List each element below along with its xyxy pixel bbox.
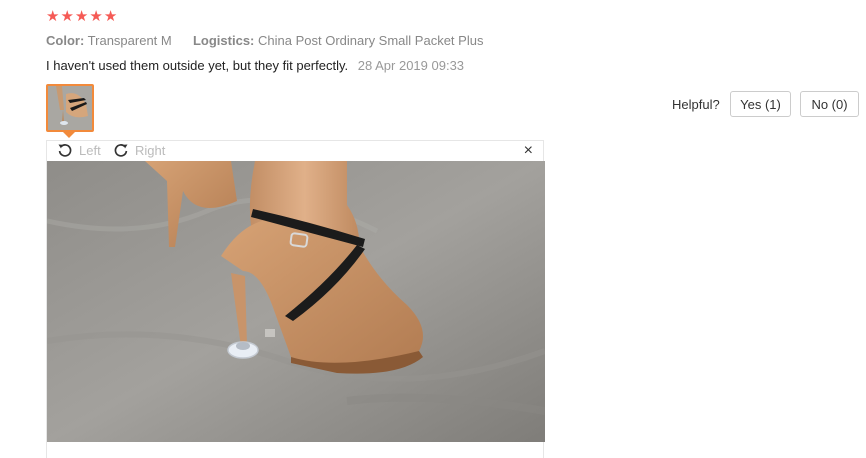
- star-icon: ★: [103, 8, 118, 25]
- rotate-left-icon: [58, 144, 72, 157]
- color-label: Color:: [46, 33, 85, 48]
- thumbnail-pointer: [63, 132, 75, 138]
- viewer-toolbar: Left Right ×: [47, 141, 543, 161]
- rating-stars: ★ ★ ★ ★ ★: [46, 9, 117, 25]
- rotate-left-label: Left: [79, 142, 101, 158]
- review-meta: Color: Transparent M Logistics: China Po…: [46, 33, 483, 48]
- star-icon: ★: [89, 8, 103, 25]
- review-comment: I haven't used them outside yet, but the…: [46, 58, 464, 73]
- review-photo: [47, 161, 545, 442]
- star-icon: ★: [46, 8, 60, 25]
- rotate-right-button[interactable]: Right: [113, 142, 165, 158]
- star-icon: ★: [74, 8, 89, 25]
- review-photo-image: [47, 161, 545, 442]
- helpful-no-button[interactable]: No (0): [800, 91, 859, 117]
- color-value: Transparent M: [87, 33, 172, 48]
- review-date: 28 Apr 2019 09:33: [357, 58, 465, 73]
- rotate-right-icon: [114, 144, 128, 157]
- thumbnail-image: [48, 86, 92, 130]
- photo-thumbnail[interactable]: [46, 84, 94, 132]
- rotate-left-button[interactable]: Left: [57, 142, 101, 158]
- helpful-label: Helpful?: [672, 97, 720, 112]
- logistics-label: Logistics:: [192, 33, 255, 48]
- close-icon[interactable]: ×: [524, 141, 533, 161]
- rotate-right-label: Right: [135, 142, 166, 158]
- logistics-value: China Post Ordinary Small Packet Plus: [258, 33, 484, 48]
- star-icon: ★: [60, 8, 74, 25]
- helpful-yes-button[interactable]: Yes (1): [730, 91, 791, 117]
- comment-text: I haven't used them outside yet, but the…: [46, 58, 349, 73]
- photo-viewer: Left Right ×: [46, 140, 545, 458]
